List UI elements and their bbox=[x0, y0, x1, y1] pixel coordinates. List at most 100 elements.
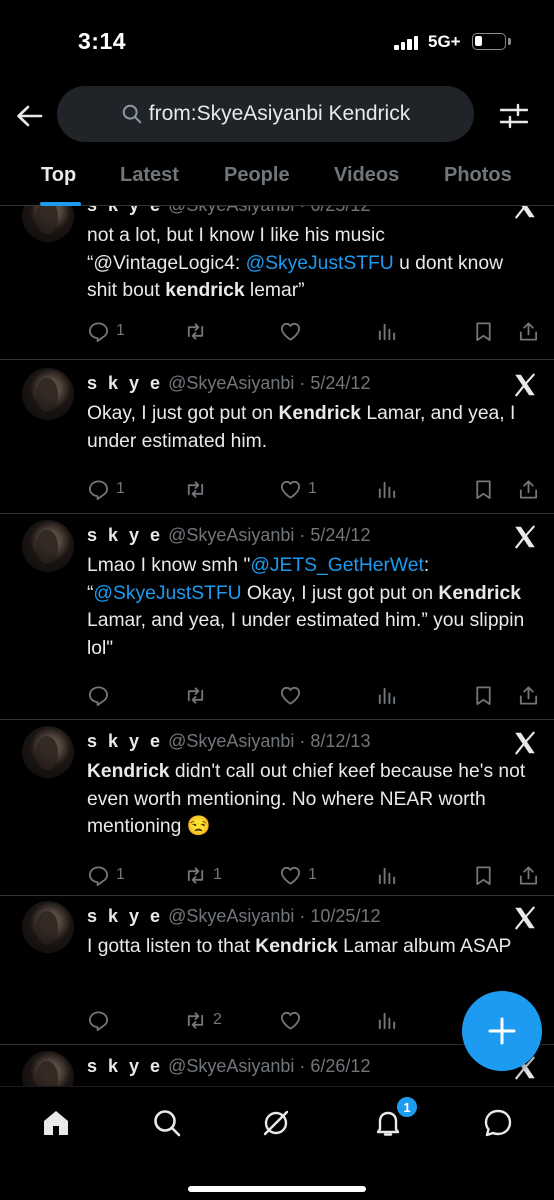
tab-top[interactable]: Top bbox=[41, 164, 76, 187]
tweet-date: · 5/24/12 bbox=[299, 373, 371, 393]
author-handle[interactable]: @SkyeAsiyanbi bbox=[168, 1056, 294, 1076]
repost-button[interactable] bbox=[184, 682, 213, 708]
like-button[interactable]: 1 bbox=[279, 862, 317, 888]
reply-icon bbox=[88, 1010, 109, 1031]
tab-latest[interactable]: Latest bbox=[120, 164, 179, 187]
avatar[interactable] bbox=[22, 901, 74, 953]
repost-icon bbox=[187, 322, 204, 340]
nav-home[interactable] bbox=[34, 1101, 78, 1145]
avatar[interactable] bbox=[22, 520, 74, 572]
author-handle[interactable]: @SkyeAsiyanbi bbox=[168, 206, 294, 215]
reply-button[interactable] bbox=[87, 1007, 116, 1033]
avatar[interactable] bbox=[22, 368, 74, 420]
tweet-header: s k y e @SkyeAsiyanbi · 5/24/12 bbox=[87, 525, 370, 546]
bookmark-button[interactable] bbox=[472, 682, 495, 708]
heart-icon bbox=[280, 1011, 301, 1030]
grok-icon bbox=[263, 1110, 289, 1136]
search-input[interactable]: from:SkyeAsiyanbi Kendrick bbox=[57, 86, 474, 142]
views-button[interactable] bbox=[375, 1007, 398, 1033]
author-name[interactable]: s k y e bbox=[87, 373, 163, 393]
share-icon bbox=[519, 865, 538, 885]
tweet-date: · 6/26/12 bbox=[299, 1056, 371, 1076]
tweet-date: · 8/12/13 bbox=[299, 731, 371, 751]
share-button[interactable] bbox=[517, 318, 540, 344]
highlighted-term: Kendrick bbox=[87, 761, 170, 782]
search-results-feed[interactable]: s k y e @SkyeAsiyanbi · 6/25/12 not a lot… bbox=[0, 206, 554, 1086]
text-segment: Lamar, and yea, I under estimated him.” … bbox=[87, 610, 525, 659]
tweet-header: s k y e @SkyeAsiyanbi · 6/26/12 bbox=[87, 1056, 370, 1077]
tweet-text: Lmao I know smh "@JETS_GetHerWet: “@Skye… bbox=[87, 552, 537, 662]
author-name[interactable]: s k y e bbox=[87, 731, 163, 751]
like-button[interactable]: 1 bbox=[279, 476, 317, 502]
repost-button[interactable] bbox=[184, 318, 213, 344]
compose-button[interactable] bbox=[462, 991, 542, 1071]
tweet-actions bbox=[87, 682, 542, 708]
nav-grok[interactable] bbox=[254, 1101, 298, 1145]
mention-link[interactable]: @SkyeJustSTFU bbox=[93, 583, 241, 604]
tweet[interactable]: s k y e @SkyeAsiyanbi · 8/12/13 Kendrick … bbox=[0, 720, 554, 896]
author-handle[interactable]: @SkyeAsiyanbi bbox=[168, 373, 294, 393]
tweet-header: s k y e @SkyeAsiyanbi · 5/24/12 bbox=[87, 373, 370, 394]
nav-search[interactable] bbox=[145, 1101, 189, 1145]
share-button[interactable] bbox=[517, 682, 540, 708]
share-button[interactable] bbox=[517, 476, 540, 502]
tweet[interactable]: s k y e @SkyeAsiyanbi · 5/24/12 Okay, I j… bbox=[0, 361, 554, 514]
likes-count: 1 bbox=[308, 866, 317, 883]
repost-icon bbox=[187, 866, 204, 884]
x-logo-icon bbox=[512, 905, 538, 931]
author-handle[interactable]: @SkyeAsiyanbi bbox=[168, 525, 294, 545]
text-segment: lemar” bbox=[244, 280, 305, 301]
author-name[interactable]: s k y e bbox=[87, 525, 163, 545]
views-button[interactable] bbox=[375, 318, 398, 344]
search-tabs: Top Latest People Videos Photos bbox=[0, 156, 554, 206]
mention-link[interactable]: @JETS_GetHerWet bbox=[250, 555, 424, 576]
reply-button[interactable]: 1 bbox=[87, 862, 125, 888]
tweet-text: Okay, I just got put on Kendrick Lamar, … bbox=[87, 400, 537, 455]
tweet-header: s k y e @SkyeAsiyanbi · 10/25/12 bbox=[87, 906, 380, 927]
avatar[interactable] bbox=[22, 726, 74, 778]
repost-icon bbox=[187, 686, 204, 704]
tweet-text: I gotta listen to that Kendrick Lamar al… bbox=[87, 933, 537, 961]
tweet-actions: 1 1 1 bbox=[87, 862, 542, 888]
views-button[interactable] bbox=[375, 476, 398, 502]
reposts-count: 2 bbox=[213, 1011, 222, 1028]
share-button[interactable] bbox=[517, 862, 540, 888]
reply-button[interactable]: 1 bbox=[87, 318, 125, 344]
text-segment: Lamar album ASAP bbox=[337, 936, 512, 957]
like-button[interactable] bbox=[279, 682, 308, 708]
share-icon bbox=[519, 321, 538, 341]
author-handle[interactable]: @SkyeAsiyanbi bbox=[168, 731, 294, 751]
bookmark-icon bbox=[476, 865, 491, 885]
bookmark-button[interactable] bbox=[472, 862, 495, 888]
reply-button[interactable] bbox=[87, 682, 116, 708]
tweet[interactable]: s k y e @SkyeAsiyanbi · 5/24/12 Lmao I kn… bbox=[0, 514, 554, 720]
search-filter-button[interactable] bbox=[494, 96, 534, 136]
author-handle[interactable]: @SkyeAsiyanbi bbox=[168, 906, 294, 926]
avatar[interactable] bbox=[22, 1051, 74, 1086]
repost-button[interactable]: 2 bbox=[184, 1007, 222, 1033]
tab-photos[interactable]: Photos bbox=[444, 164, 512, 187]
heart-icon bbox=[280, 686, 301, 705]
repost-button[interactable] bbox=[184, 476, 213, 502]
heart-icon bbox=[280, 480, 301, 499]
bookmark-icon bbox=[476, 685, 491, 705]
author-name[interactable]: s k y e bbox=[87, 206, 163, 215]
avatar[interactable] bbox=[22, 206, 74, 242]
author-name[interactable]: s k y e bbox=[87, 1056, 163, 1076]
mention-link[interactable]: @SkyeJustSTFU bbox=[246, 253, 394, 274]
views-button[interactable] bbox=[375, 862, 398, 888]
tweet[interactable]: s k y e @SkyeAsiyanbi · 6/25/12 not a lot… bbox=[0, 206, 554, 360]
bookmark-button[interactable] bbox=[472, 318, 495, 344]
like-button[interactable] bbox=[279, 1007, 308, 1033]
tab-videos[interactable]: Videos bbox=[334, 164, 399, 187]
tab-people[interactable]: People bbox=[224, 164, 290, 187]
like-button[interactable] bbox=[279, 318, 308, 344]
share-icon bbox=[519, 685, 538, 705]
reply-button[interactable]: 1 bbox=[87, 476, 125, 502]
nav-messages[interactable] bbox=[476, 1101, 520, 1145]
back-button[interactable] bbox=[12, 96, 46, 136]
views-button[interactable] bbox=[375, 682, 398, 708]
repost-button[interactable]: 1 bbox=[184, 862, 222, 888]
bookmark-button[interactable] bbox=[472, 476, 495, 502]
author-name[interactable]: s k y e bbox=[87, 906, 163, 926]
